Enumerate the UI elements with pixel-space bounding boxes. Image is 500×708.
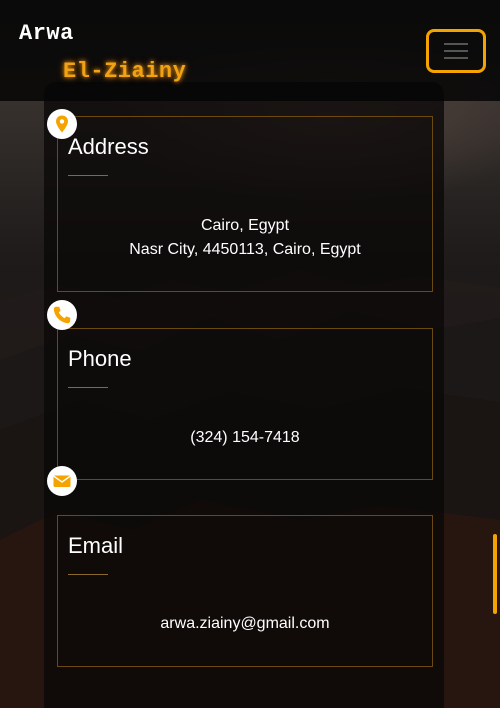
top-navbar: Arwa El-Ziainy (0, 0, 500, 101)
phone-icon (47, 300, 77, 330)
phone-card: Phone (324) 154-7418 (57, 328, 433, 480)
map-pin-icon (47, 109, 77, 139)
email-divider (68, 574, 108, 575)
scrollbar-thumb[interactable] (493, 534, 497, 614)
hamburger-menu-icon (444, 43, 468, 45)
envelope-icon (47, 466, 77, 496)
brand-last-name[interactable]: El-Ziainy (63, 59, 186, 84)
phone-divider (68, 387, 108, 388)
address-line-2: Nasr City, 4450113, Cairo, Egypt (129, 241, 361, 258)
brand-first-name[interactable]: Arwa (19, 21, 74, 46)
menu-toggle-button[interactable] (426, 29, 486, 73)
email-text: arwa.ziainy@gmail.com (58, 612, 432, 636)
address-text: Cairo, Egypt Nasr City, 4450113, Cairo, … (58, 214, 432, 262)
email-card: Email arwa.ziainy@gmail.com (57, 515, 433, 667)
address-divider (68, 175, 108, 176)
address-title: Address (68, 134, 149, 159)
hamburger-menu-icon-middle (444, 50, 468, 52)
phone-number[interactable]: (324) 154-7418 (58, 426, 432, 450)
email-title: Email (68, 533, 124, 558)
address-line-1: Cairo, Egypt (200, 217, 290, 234)
email-address-link[interactable]: arwa.ziainy@gmail.com (58, 612, 432, 636)
address-card: Address Cairo, Egypt Nasr City, 4450113,… (57, 116, 433, 292)
phone-text: (324) 154-7418 (58, 426, 432, 450)
phone-title: Phone (68, 346, 132, 371)
hamburger-menu-icon-bottom (444, 57, 468, 59)
